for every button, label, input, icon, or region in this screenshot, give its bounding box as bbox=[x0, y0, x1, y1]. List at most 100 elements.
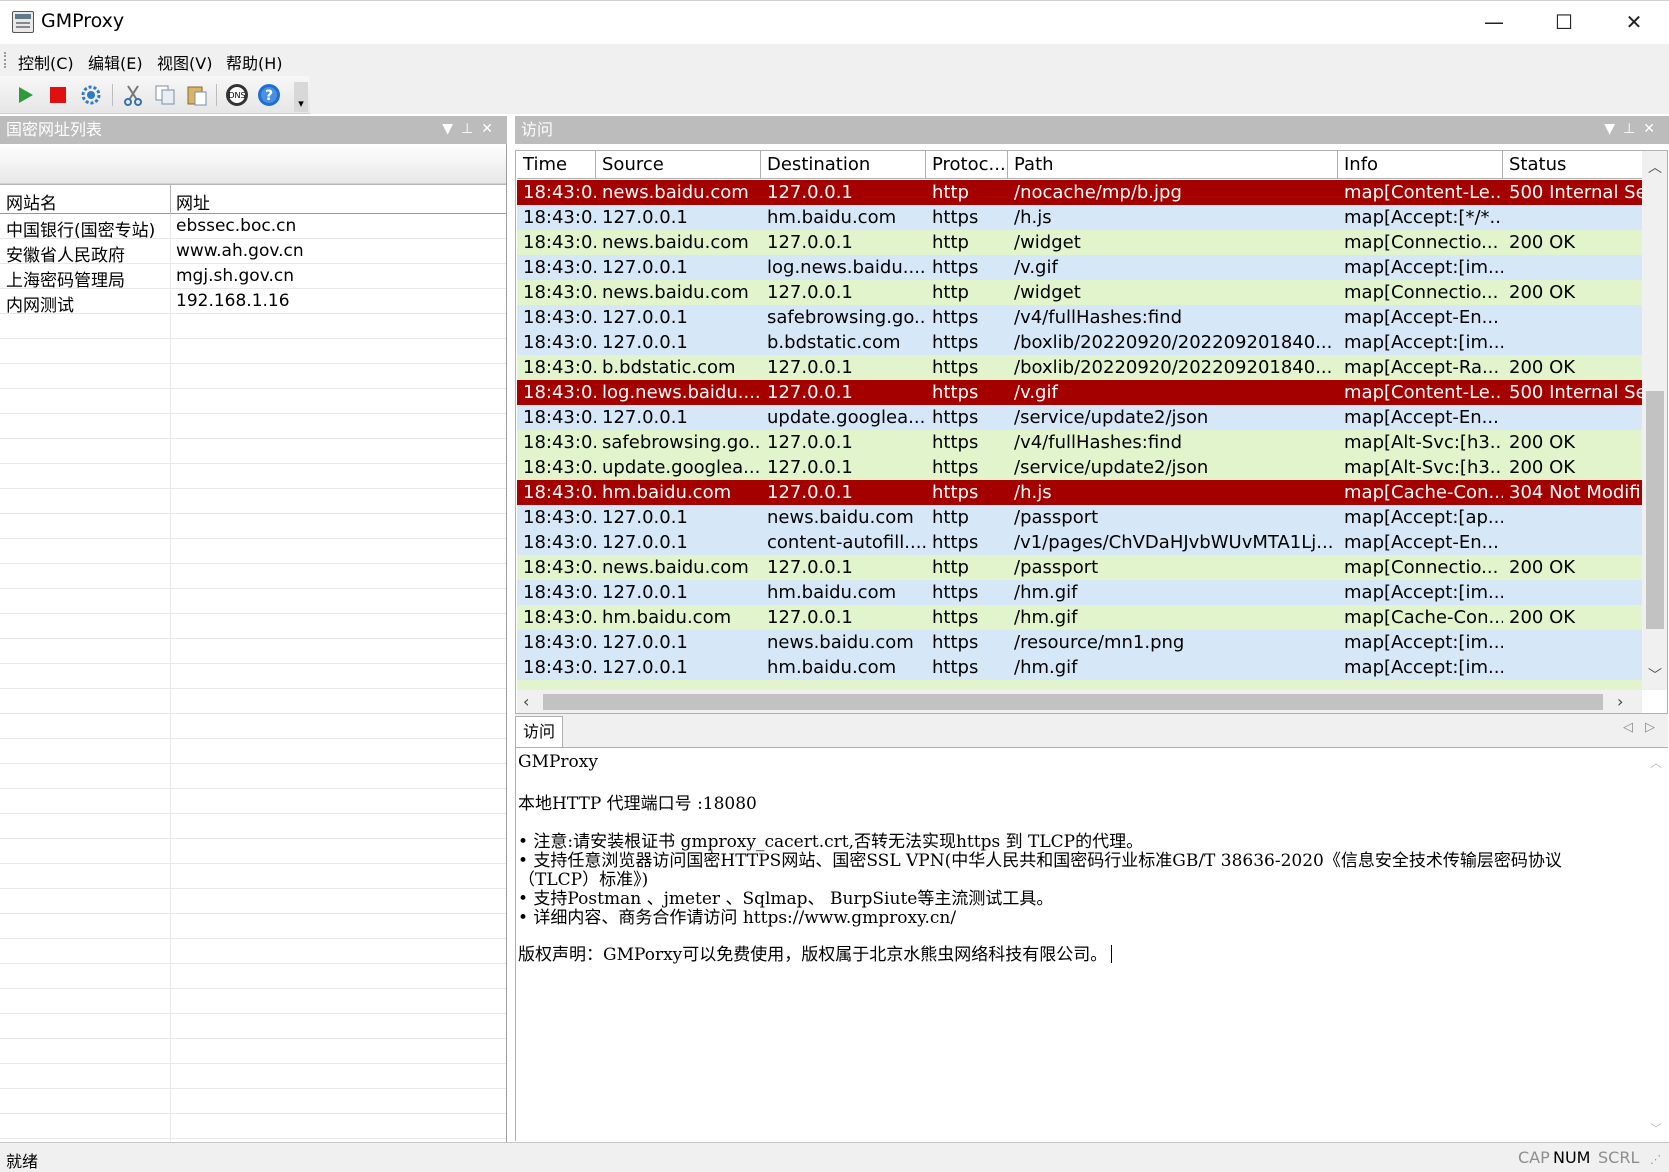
table-row[interactable]: 18:43:0... news.baidu.com 127.0.0.1 http/wi… bbox=[517, 230, 1642, 255]
menu-view[interactable]: 视图(V) bbox=[157, 50, 212, 74]
site-list-item[interactable]: 安徽省人民政府 www.ah.gov.cn bbox=[0, 239, 506, 266]
settings-button[interactable] bbox=[78, 82, 104, 108]
help-button[interactable]: ? bbox=[256, 82, 282, 108]
info-cell: map[Cache-Con... bbox=[1344, 482, 1503, 503]
menu-control[interactable]: 控制(C) bbox=[18, 50, 74, 74]
maximize-button[interactable]: ☐ bbox=[1529, 1, 1599, 45]
empty-list-row bbox=[0, 864, 506, 889]
empty-list-row bbox=[0, 689, 506, 714]
pane-dropdown-icon[interactable]: ▼ bbox=[1604, 121, 1623, 137]
column-header-destination[interactable]: Destination bbox=[761, 151, 926, 179]
tab-next-icon[interactable]: ▷ bbox=[1645, 720, 1655, 735]
table-row[interactable]: 18:43:0... 127.0.0.1 update.googlea... http… bbox=[517, 405, 1642, 430]
status-text: 就绪 bbox=[6, 1152, 39, 1171]
dns-button[interactable]: DNS bbox=[224, 82, 250, 108]
column-header-source[interactable]: Source bbox=[596, 151, 761, 179]
pane-pin-icon[interactable]: ⊥ bbox=[1623, 121, 1643, 137]
table-row[interactable]: 18:43:0... news.baidu.com 127.0.0.1 http/no… bbox=[517, 180, 1642, 205]
column-header-status[interactable]: Status bbox=[1503, 151, 1642, 179]
pane-pin-icon[interactable]: ⊥ bbox=[461, 121, 481, 137]
time-cell: 18:43:0... bbox=[523, 257, 596, 278]
time-cell: 18:43:0... bbox=[523, 557, 596, 578]
tab-access[interactable]: 访问 bbox=[515, 716, 563, 747]
column-header-url[interactable]: 网址 bbox=[176, 189, 210, 214]
toolbar-empty-area bbox=[310, 76, 1669, 114]
status-bar: 就绪 CAP NUM SCRL ⋰ bbox=[0, 1142, 1669, 1172]
scroll-up-icon[interactable]: ︿ bbox=[1642, 157, 1667, 177]
table-row[interactable]: 18:43:0... update.googlea... 127.0.0.1 http… bbox=[517, 455, 1642, 480]
start-button[interactable] bbox=[12, 82, 38, 108]
table-row[interactable]: 18:43:0... safebrowsing.go... 127.0.0.1 htt… bbox=[517, 430, 1642, 455]
table-row[interactable]: 18:43:0... news.baidu.com 127.0.0.1 http/wi… bbox=[517, 280, 1642, 305]
table-row[interactable]: 18:43:0... 127.0.0.1 b.bdstatic.com https/b… bbox=[517, 330, 1642, 355]
toolbar-separator bbox=[216, 84, 217, 106]
time-cell: 18:43:0... bbox=[523, 282, 596, 303]
access-log-vertical-scrollbar[interactable]: ︿ ﹀ bbox=[1642, 151, 1667, 690]
column-header-protocol[interactable]: Protoc... bbox=[926, 151, 1008, 179]
table-row[interactable]: 18:43:0... 127.0.0.1 content-autofill.... h… bbox=[517, 530, 1642, 555]
site-list-item[interactable]: 中国银行(国密专站) ebssec.boc.cn bbox=[0, 214, 506, 241]
table-row[interactable]: 18:43:0... 127.0.0.1 news.baidu.com http/pa… bbox=[517, 505, 1642, 530]
table-row[interactable]: 18:43:0... 127.0.0.1 log.news.baidu.... htt… bbox=[517, 255, 1642, 280]
table-row[interactable]: 18:43:0... 127.0.0.1 hm.baidu.com https/hm.… bbox=[517, 580, 1642, 605]
menu-edit[interactable]: 编辑(E) bbox=[88, 50, 143, 74]
output-line: • 支持任意浏览器访问国密HTTPS网站、国密SSL VPN(中华人民共和国密码… bbox=[518, 846, 1562, 871]
column-header-info[interactable]: Info bbox=[1338, 151, 1503, 179]
table-row-partial[interactable] bbox=[517, 680, 1642, 690]
table-row[interactable]: 18:43:0... news.baidu.com 127.0.0.1 http/pa… bbox=[517, 555, 1642, 580]
table-row[interactable]: 18:43:0... b.bdstatic.com 127.0.0.1 https/b… bbox=[517, 355, 1642, 380]
site-url-cell: www.ah.gov.cn bbox=[176, 241, 304, 261]
minimize-button[interactable]: — bbox=[1459, 1, 1529, 45]
scroll-down-icon[interactable]: ﹀ bbox=[1642, 665, 1667, 685]
scroll-left-icon[interactable]: ‹ bbox=[523, 692, 529, 711]
destination-cell: 127.0.0.1 bbox=[767, 482, 853, 503]
close-icon: ✕ bbox=[1625, 10, 1643, 34]
stop-button[interactable] bbox=[45, 82, 71, 108]
vertical-scroll-thumb[interactable] bbox=[1646, 391, 1664, 629]
horizontal-scroll-thumb[interactable] bbox=[543, 694, 1603, 710]
scroll-right-icon[interactable]: › bbox=[1617, 692, 1623, 711]
site-list-item[interactable]: 内网测试 192.168.1.16 bbox=[0, 289, 506, 316]
table-row[interactable]: 18:43:0... 127.0.0.1 safebrowsing.go... htt… bbox=[517, 305, 1642, 330]
destination-cell: hm.baidu.com bbox=[767, 657, 897, 678]
empty-list-row bbox=[0, 964, 506, 989]
table-row[interactable]: 18:43:0... 127.0.0.1 hm.baidu.com https/hm.… bbox=[517, 655, 1642, 680]
table-row[interactable]: 18:43:0... hm.baidu.com 127.0.0.1 https/h.j… bbox=[517, 480, 1642, 505]
empty-list-row bbox=[0, 1089, 506, 1114]
column-divider[interactable] bbox=[170, 185, 171, 214]
scissors-icon bbox=[124, 85, 142, 106]
resize-grip-icon[interactable]: ⋰ bbox=[1650, 1153, 1661, 1166]
output-vertical-scrollbar[interactable]: ︿ ﹀ bbox=[1644, 748, 1668, 1141]
menu-help[interactable]: 帮助(H) bbox=[226, 50, 283, 74]
scroll-down-icon[interactable]: ﹀ bbox=[1644, 1120, 1668, 1137]
column-header-path[interactable]: Path bbox=[1008, 151, 1338, 179]
column-header-time[interactable]: Time bbox=[517, 151, 596, 179]
table-row[interactable]: 18:43:0... log.news.baidu.... 127.0.0.1 htt… bbox=[517, 380, 1642, 405]
protocol-cell: http bbox=[932, 232, 969, 253]
site-list-item[interactable]: 上海密码管理局 mgj.sh.gov.cn bbox=[0, 264, 506, 291]
paste-button[interactable] bbox=[184, 82, 210, 108]
close-button[interactable]: ✕ bbox=[1599, 1, 1669, 45]
pane-close-icon[interactable]: ✕ bbox=[481, 121, 501, 137]
table-row[interactable]: 18:43:0... 127.0.0.1 hm.baidu.com https/h.j… bbox=[517, 205, 1642, 230]
status-cell: 200 OK bbox=[1509, 232, 1576, 253]
destination-cell: 127.0.0.1 bbox=[767, 557, 853, 578]
output-text-area[interactable]: ︿ ﹀ GMProxy 本地HTTP 代理端口号 :18080 • 注意:请安装根证… bbox=[515, 748, 1668, 1141]
table-row[interactable]: 18:43:0... 127.0.0.1 news.baidu.com https/r… bbox=[517, 630, 1642, 655]
table-row[interactable]: 18:43:0... hm.baidu.com 127.0.0.1 https/hm.… bbox=[517, 605, 1642, 630]
copy-button[interactable] bbox=[152, 82, 178, 108]
pane-close-icon[interactable]: ✕ bbox=[1643, 121, 1663, 137]
protocol-cell: https bbox=[932, 357, 979, 378]
cut-button[interactable] bbox=[120, 82, 146, 108]
copy-icon bbox=[155, 85, 175, 105]
access-log-horizontal-scrollbar[interactable]: ‹ › bbox=[517, 690, 1642, 713]
source-cell: hm.baidu.com bbox=[602, 482, 732, 503]
path-cell: /hm.gif bbox=[1014, 657, 1078, 678]
tab-prev-icon[interactable]: ◁ bbox=[1623, 720, 1633, 735]
pane-dropdown-icon[interactable]: ▼ bbox=[442, 121, 461, 137]
toolbar-overflow-button[interactable]: ▾ bbox=[294, 82, 308, 112]
column-header-site-name[interactable]: 网站名 bbox=[6, 189, 57, 214]
output-line-text: • 详细内容、商务合作请访问 https://www.gmproxy.cn/ bbox=[518, 908, 957, 928]
time-cell: 18:43:0... bbox=[523, 432, 596, 453]
scroll-up-icon[interactable]: ︿ bbox=[1644, 754, 1668, 771]
